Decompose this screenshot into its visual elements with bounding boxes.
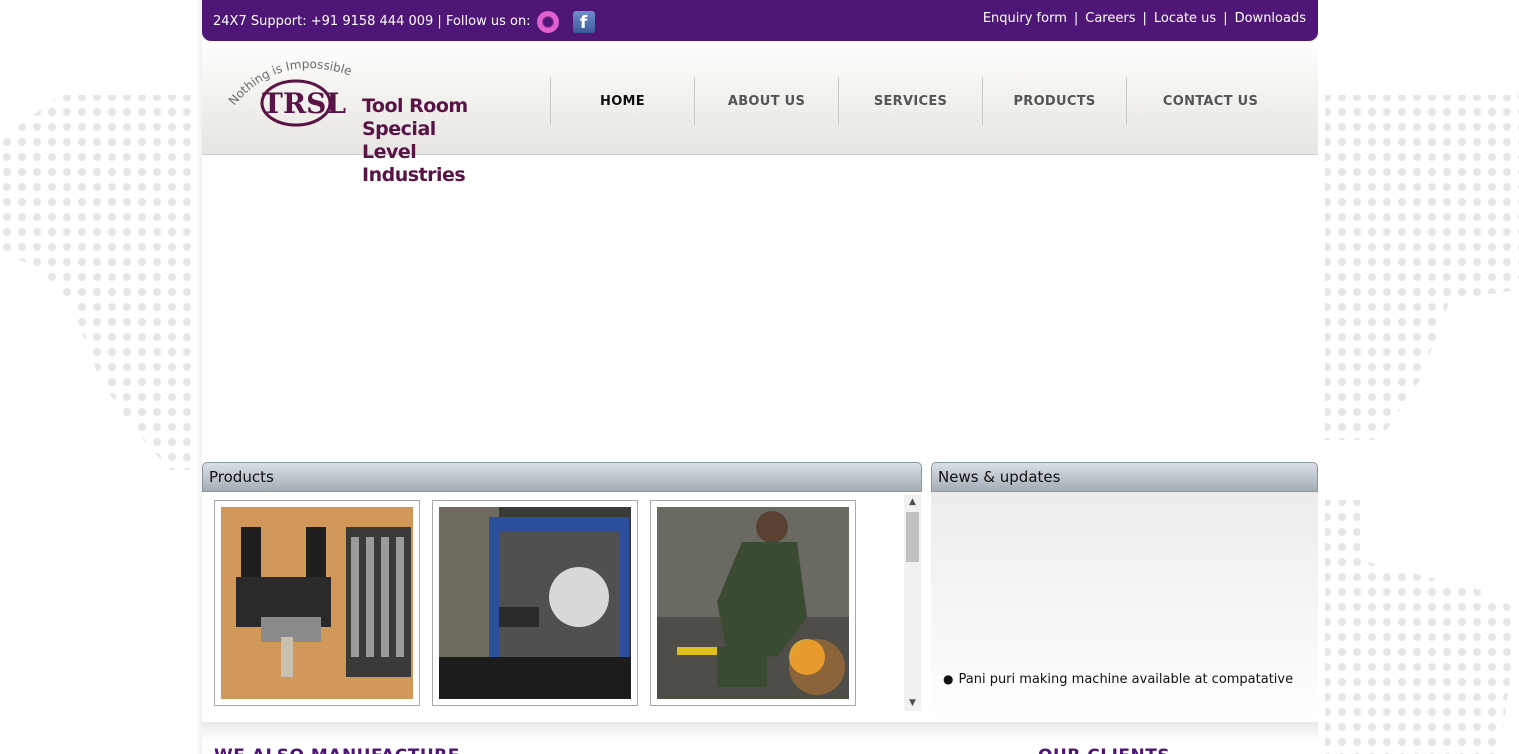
- product-image-grinding-worker: [657, 507, 849, 699]
- separator: |: [1223, 11, 1228, 26]
- scroll-thumb[interactable]: [906, 512, 919, 562]
- logo-company-name: Tool Room Special Level Industries: [362, 95, 514, 187]
- top-links: Enquiry form | Careers | Locate us | Downloads: [983, 11, 1306, 26]
- support-info: 24X7 Support: +91 9158 444 009 | Follow …: [213, 10, 595, 33]
- our-clients-heading: OUR CLIENTS: [1038, 746, 1170, 754]
- news-item-text: Pani puri making machine available at co…: [958, 672, 1294, 687]
- locate-us-link[interactable]: Locate us: [1154, 11, 1216, 26]
- page-shadow: [195, 0, 202, 754]
- products-panel: ▲ ▼: [202, 492, 922, 722]
- news-panel: ● Pani puri making machine available at c…: [931, 492, 1318, 722]
- site-header: Nothing is Impossible TRSL Tool Room Spe…: [202, 41, 1318, 186]
- product-thumbnail[interactable]: [432, 500, 638, 706]
- products-scrollbar[interactable]: ▲ ▼: [904, 495, 921, 711]
- news-item[interactable]: ● Pani puri making machine available at c…: [943, 668, 1313, 691]
- nav-about-us[interactable]: ABOUT US: [694, 77, 838, 125]
- logo-name-line1: Tool Room Special: [362, 95, 468, 140]
- nav-products[interactable]: PRODUCTS: [982, 77, 1126, 125]
- page-container: 24X7 Support: +91 9158 444 009 | Follow …: [202, 0, 1318, 754]
- nav-services[interactable]: SERVICES: [838, 77, 982, 125]
- products-panel-header: Products: [202, 462, 922, 492]
- nav-home[interactable]: HOME: [550, 77, 694, 125]
- product-image-machine: [439, 507, 631, 699]
- news-panel-header: News & updates: [931, 462, 1318, 492]
- ring-icon[interactable]: [536, 11, 559, 33]
- separator: |: [1142, 11, 1147, 26]
- separator: |: [1073, 11, 1079, 26]
- careers-link[interactable]: Careers: [1085, 11, 1135, 26]
- downloads-link[interactable]: Downloads: [1235, 11, 1306, 26]
- product-image-fixture: [221, 507, 413, 699]
- product-thumbnail[interactable]: [214, 500, 420, 706]
- company-logo[interactable]: Nothing is Impossible TRSL Tool Room Spe…: [224, 51, 514, 186]
- logo-name-line2: Level Industries: [362, 141, 466, 186]
- product-thumbnail[interactable]: [650, 500, 856, 706]
- support-text: 24X7 Support: +91 9158 444 009 | Follow …: [213, 13, 531, 29]
- top-bar: 24X7 Support: +91 9158 444 009 | Follow …: [202, 0, 1318, 41]
- logo-mark: TRSL: [262, 87, 346, 120]
- scroll-down-icon[interactable]: ▼: [904, 696, 921, 711]
- scroll-up-icon[interactable]: ▲: [904, 495, 921, 510]
- facebook-icon[interactable]: f: [572, 11, 595, 33]
- we-also-manufacture-heading: WE ALSO MANUFACTURE: [214, 746, 460, 754]
- main-navigation: HOME ABOUT US SERVICES PRODUCTS CONTACT …: [550, 77, 1294, 125]
- nav-contact-us[interactable]: CONTACT US: [1126, 77, 1294, 125]
- enquiry-form-link[interactable]: Enquiry form: [983, 11, 1067, 26]
- bullet-icon: ●: [943, 672, 954, 686]
